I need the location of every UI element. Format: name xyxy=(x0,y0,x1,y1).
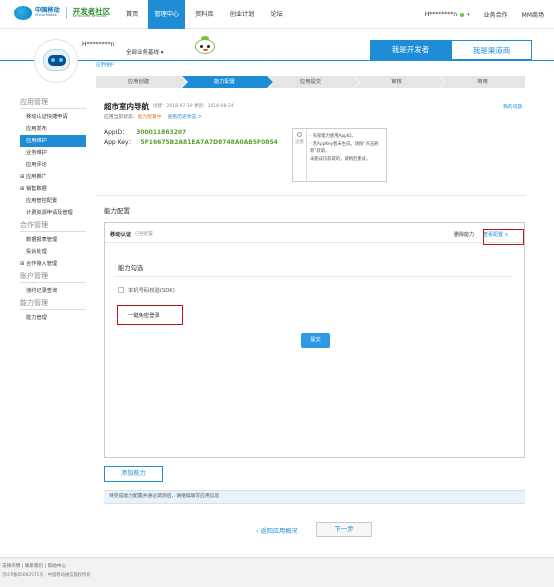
app-key-value: 5F16675B2A81EA7A7D8748A0AB5F0854 xyxy=(140,139,278,146)
main-nav: 首页 管理中心 资料库 创业计划 论坛 xyxy=(120,0,293,29)
tab-developer[interactable]: 我是开发者 xyxy=(370,40,451,60)
nav-management-center[interactable]: 管理中心 xyxy=(148,0,186,29)
logo-en: China Mobile xyxy=(35,13,57,18)
add-ability-button[interactable]: 添加能力 xyxy=(104,466,163,482)
app-id-label: AppID： xyxy=(104,129,129,136)
option-sdk-label: 本机号码校验(SDK) xyxy=(128,288,175,294)
app-key-label: App Key： xyxy=(104,139,135,146)
delete-ability-button[interactable]: 删除能力 xyxy=(454,231,474,238)
app-key-row: App Key： 5F16675B2A81EA7A7D8748A0AB5F0854 xyxy=(104,137,278,146)
sidebar-item-app-comments[interactable]: 应用评论 xyxy=(20,159,86,171)
nav-forum[interactable]: 论坛 xyxy=(264,0,288,29)
nav-startup-plan[interactable]: 创业计划 xyxy=(224,0,261,29)
nav-library[interactable]: 资料库 xyxy=(189,0,220,29)
nav-business-cooperation[interactable]: 业务合作 xyxy=(484,10,508,19)
chevron-down-icon: ▾ xyxy=(160,50,164,56)
user-menu[interactable]: H********n ▾ xyxy=(425,11,470,18)
sidebar-item-billing-resource[interactable]: 计费资源申请及管理 xyxy=(20,207,86,219)
logo-divider xyxy=(65,7,67,19)
business-selector[interactable]: 全部业务基线 ▾ xyxy=(126,48,164,56)
my-question-link[interactable]: 我的问题 xyxy=(503,103,522,110)
sidebar-head-cooperation: 合作管理 xyxy=(20,220,86,232)
app-id-row: AppID： 300011863207 xyxy=(104,127,186,136)
app-status-value: 能力配置中 xyxy=(137,115,162,120)
progress-steps: 应用创建 能力配置 应用提交 审核 商用 xyxy=(96,76,526,88)
ability-name: 移动认证 xyxy=(110,232,132,238)
nav-mm-store[interactable]: MM商场 xyxy=(522,10,544,19)
sidebar-item-coop-access[interactable]: ⊞ 合作接入管理 xyxy=(20,258,86,270)
robot-avatar-icon xyxy=(43,49,70,71)
sidebar-item-app-promotion[interactable]: ⊞ 应用推广 xyxy=(20,171,86,183)
sidebar-head-account: 账户管理 xyxy=(20,271,86,283)
back-to-overview-link[interactable]: ‹ 返回应用概况 xyxy=(256,526,298,535)
back-link-label: 返回应用概况 xyxy=(260,528,298,535)
nav-right: H********n ▾ 业务合作 MM商场 xyxy=(425,0,544,29)
section-divider xyxy=(96,195,526,196)
top-navbar: 中国移动 China Mobile 开发者社区 DEVELOPER NETWOR… xyxy=(0,0,554,29)
sidebar-item-app-publish[interactable]: 应用发布 xyxy=(20,123,86,135)
view-history-link[interactable]: 查看历史状态 > xyxy=(168,115,202,120)
next-step-button[interactable]: 下一步 xyxy=(316,522,372,537)
app-status: 应用当前状态：能力配置中 查看历史状态 > xyxy=(104,113,202,120)
ability-panel: 移动认证 已经配置 删除能力 查看配置 ∧ 能力勾选 本机号码校验(SDK) 一… xyxy=(104,222,525,458)
sidebar-head-ability: 能力管理 xyxy=(20,298,86,310)
community-subtitle: DEVELOPER NETWORK xyxy=(72,14,107,19)
sidebar-item-control-config[interactable]: 应用管控配置 xyxy=(20,195,86,207)
ability-config-form: 能力勾选 本机号码校验(SDK) 一键免密登录 提交 xyxy=(115,253,512,363)
notice-line: · 有部能力使用AppID。 xyxy=(310,134,356,139)
footer-links[interactable]: 法律声明 | 联系我们 | 帮助中心 xyxy=(2,563,66,569)
checkbox[interactable] xyxy=(118,287,124,293)
notice-line: · 若AppKey暂未生成，请按“点击刷新”获取， xyxy=(310,141,379,155)
ability-header: 移动认证 已经配置 删除能力 查看配置 ∧ xyxy=(105,223,524,245)
tab-channel[interactable]: 我是渠道商 xyxy=(451,40,532,60)
lightbulb-icon xyxy=(297,132,302,137)
nav-username: H********n xyxy=(424,11,458,18)
option-sdk-row[interactable]: 本机号码校验(SDK) xyxy=(118,286,175,294)
app-name: 超市室内导航 xyxy=(104,102,149,111)
mascot-icon xyxy=(193,36,217,58)
breadcrumb[interactable]: 应用维护 xyxy=(96,62,114,68)
profile-username: H********n xyxy=(82,41,115,48)
ability-state: 已经配置 xyxy=(135,232,153,237)
sidebar: 应用管理 移动认证快捷申请 应用发布 应用维护 业务维护 应用评论 ⊞ 应用推广… xyxy=(20,96,86,324)
step-review: 审核 xyxy=(354,76,445,88)
step-app-submit: 应用提交 xyxy=(268,76,359,88)
business-selector-label: 全部业务基线 xyxy=(126,50,160,56)
notice-line: 未能成功获取的，请稍后重试。 xyxy=(310,156,371,162)
sidebar-item-data-reports[interactable]: 数据报表管理 xyxy=(20,234,86,246)
footer: 法律声明 | 联系我们 | 帮助中心 京ICP备05002571号 · 中国移动… xyxy=(0,557,554,587)
form-divider xyxy=(115,276,512,277)
info-note: 待完成能力配置并通过调测后，请继续填写应用信息 xyxy=(104,490,525,504)
sidebar-item-biz-maintain[interactable]: 业务维护 xyxy=(20,147,86,159)
option-one-click-login[interactable]: 一键免密登录 xyxy=(128,311,160,319)
logo[interactable]: 中国移动 China Mobile 开发者社区 DEVELOPER NETWOR… xyxy=(14,6,110,20)
ability-config-title: 能力配置 xyxy=(104,207,130,215)
app-dates: 创建：2018-07-19 更新：2018-08-24 xyxy=(153,104,234,109)
sidebar-head-app-management: 应用管理 xyxy=(20,97,86,109)
nav-home[interactable]: 首页 xyxy=(120,0,144,29)
footer-icp: 京ICP备05002571号 · 中国移动通信版权所有 xyxy=(2,573,91,578)
china-mobile-logo-icon xyxy=(14,6,32,20)
step-commercial: 商用 xyxy=(440,76,525,88)
step-ability-config: 能力配置 xyxy=(182,76,273,88)
highlight-box xyxy=(483,229,524,245)
ability-select-title: 能力勾选 xyxy=(118,265,144,272)
notice-box: 注意 · 有部能力使用AppID。 · 若AppKey暂未生成，请按“点击刷新”… xyxy=(292,128,387,182)
sidebar-item-auth-apply[interactable]: 移动认证快捷申请 xyxy=(20,111,86,123)
app-id-value: 300011863207 xyxy=(136,129,187,136)
submit-button[interactable]: 提交 xyxy=(301,333,330,348)
role-tabs: 我是开发者 我是渠道商 xyxy=(370,40,532,60)
sidebar-item-sales-data[interactable]: ⊞ 销售数据 xyxy=(20,183,86,195)
sidebar-item-ability-management[interactable]: 能力管理 xyxy=(20,312,86,324)
sidebar-item-violation-query[interactable]: 违约记录查询 xyxy=(20,285,86,297)
sidebar-item-complaints[interactable]: 投诉处理 xyxy=(20,246,86,258)
sidebar-item-app-maintain[interactable]: 应用维护 xyxy=(20,135,86,147)
online-status-icon xyxy=(460,12,465,17)
app-status-prefix: 应用当前状态： xyxy=(104,115,138,120)
avatar[interactable] xyxy=(34,39,78,83)
step-app-create: 应用创建 xyxy=(96,76,187,88)
notice-label: 注意 xyxy=(295,140,304,145)
header-divider xyxy=(0,60,554,61)
chevron-down-icon: ▾ xyxy=(467,11,470,18)
